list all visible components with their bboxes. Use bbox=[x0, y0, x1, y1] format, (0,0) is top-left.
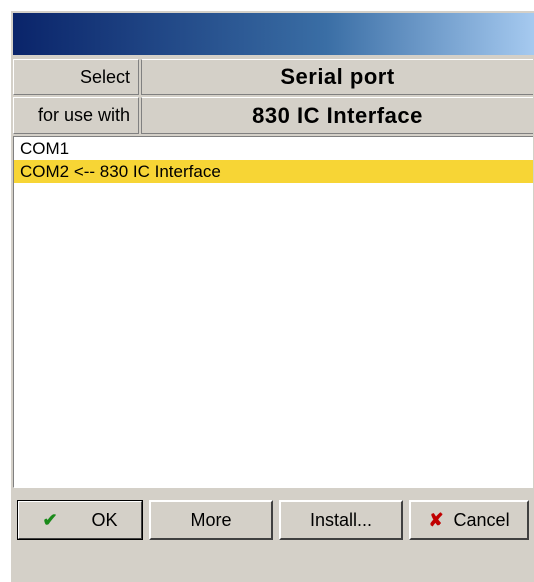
port-listbox[interactable]: COM1 COM2 <-- 830 IC Interface bbox=[13, 136, 533, 488]
serial-port-heading: Serial port bbox=[141, 59, 533, 95]
install-button[interactable]: Install... bbox=[279, 500, 403, 540]
list-item-com1[interactable]: COM1 bbox=[14, 137, 533, 160]
select-label: Select bbox=[13, 59, 139, 95]
serial-port-dialog: Select Serial port for use with 830 IC I… bbox=[10, 10, 534, 582]
list-item-label: COM2 <-- 830 IC Interface bbox=[20, 162, 221, 181]
title-bar[interactable] bbox=[13, 13, 534, 55]
list-item-label: COM1 bbox=[20, 139, 70, 158]
more-button[interactable]: More bbox=[149, 500, 273, 540]
cancel-button-label: Cancel bbox=[453, 509, 510, 530]
list-item-com2[interactable]: COM2 <-- 830 IC Interface bbox=[14, 160, 533, 183]
install-button-label: Install... bbox=[309, 509, 373, 530]
more-button-label: More bbox=[190, 509, 232, 530]
device-name-heading: 830 IC Interface bbox=[141, 97, 533, 134]
checkmark-icon: ✔ bbox=[42, 509, 58, 530]
cancel-button[interactable]: ✘ Cancel bbox=[409, 500, 529, 540]
ok-button-label: OK bbox=[91, 509, 118, 530]
for-use-with-label: for use with bbox=[13, 97, 139, 134]
cross-icon: ✘ bbox=[428, 509, 444, 530]
ok-button[interactable]: ✔ OK bbox=[17, 500, 143, 540]
